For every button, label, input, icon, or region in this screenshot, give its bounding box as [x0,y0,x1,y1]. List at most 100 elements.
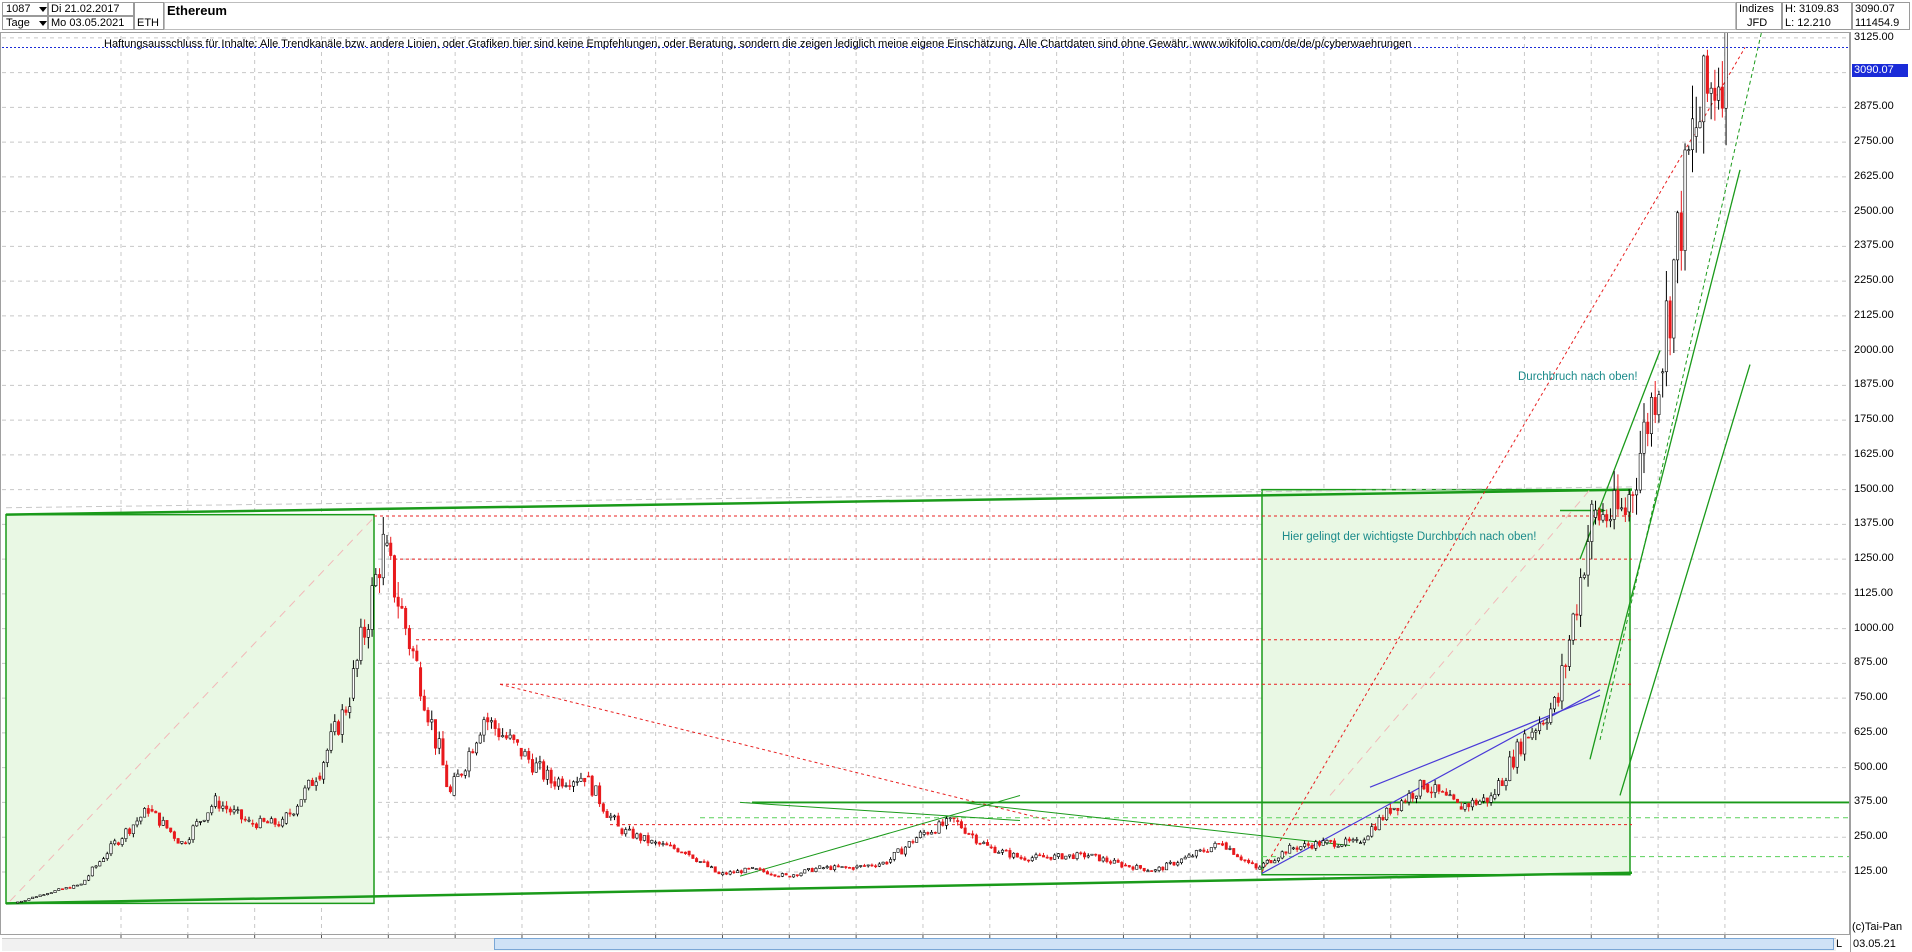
candle-body [318,775,322,780]
candle-body [176,838,180,844]
candle-body [695,858,699,862]
candle-body [530,759,534,773]
date-to-field[interactable]: Mo 03.05.2021 [48,16,134,30]
candle-body [959,821,963,829]
candle-body [676,848,680,853]
candle-body [1679,212,1683,251]
channel-green-mid [1589,169,1741,760]
candle-body [333,721,337,733]
candle-body [1351,839,1355,842]
count-value: 1087 [6,3,31,15]
symbol-box[interactable]: ETH [134,2,164,30]
candle-body [784,873,788,876]
date-from-field[interactable]: Di 21.02.2017 [48,2,134,16]
candle-body [68,887,72,889]
candle-body [161,820,165,826]
candle-body [232,809,236,813]
candle-body [98,861,102,867]
candle-body [1045,856,1049,859]
candle-body [1661,371,1665,374]
candle-body [1097,854,1101,862]
candle-body [792,874,796,878]
candle-body [1691,118,1695,150]
candle-body [866,864,870,867]
candle-body [150,809,154,812]
candle-body [1329,840,1333,842]
candle-body [1206,851,1210,853]
candle-body [1247,859,1251,863]
candle-body [165,820,169,829]
candle-body [601,803,605,812]
candle-body [568,785,572,787]
candle-body [404,607,408,629]
candle-body [620,828,624,835]
candle-body [172,831,176,839]
count-dropdown[interactable]: 1087 [2,2,48,16]
category: Indizes [1739,3,1774,15]
candle-body [1642,421,1646,454]
candle-body [1366,835,1370,841]
scale-mode-toggle[interactable]: L [1836,938,1842,951]
candle-body [1224,842,1228,850]
candle-body [657,841,661,845]
candle-body [1474,799,1478,805]
range-box-2020 [1261,488,1631,876]
y-tick-label: 375.00 [1854,795,1888,808]
candle-body [102,858,106,862]
candle-body [1153,869,1157,872]
candle-body [527,751,531,760]
period-dropdown[interactable]: Tage [2,16,48,30]
candle-body [1314,841,1318,849]
candle-body [896,848,900,853]
candle-body [609,815,613,818]
candle-body [758,868,762,870]
candle-body [646,835,650,844]
candle-body [1161,866,1165,871]
candle-body [821,867,825,870]
candle-body [392,555,396,598]
candle-body [1400,800,1404,811]
y-tick-label: 1625.00 [1854,447,1894,460]
candle-body [426,709,430,723]
candle-body [1590,503,1594,542]
candle-body [788,875,792,878]
candle-body [553,781,557,787]
candle-body [1015,852,1019,858]
candle-body [1649,397,1653,434]
candle-body [1467,803,1471,808]
candle-body [1306,843,1310,846]
candle-body [131,824,135,834]
candle-body [698,861,702,863]
candle-body [956,820,960,822]
candle-body [299,799,303,807]
candle-body [213,795,217,807]
candle-body [922,832,926,835]
candle-body [691,854,695,859]
candle-body [1657,394,1661,415]
candle-body [1385,807,1389,820]
candle-body [295,805,299,815]
candle-body [1407,793,1411,803]
candle-body [993,846,997,854]
candle-body [1198,849,1202,852]
scrollbar-thumb[interactable] [494,938,1834,950]
candle-body [1370,826,1374,837]
candle-body [422,695,426,711]
candle-body [780,873,784,877]
candle-body [19,900,23,903]
candle-body [1023,857,1027,861]
category-box[interactable]: Indizes JFD [1736,2,1782,30]
candle-body [1344,838,1348,846]
candle-body [415,650,419,661]
candle-body [918,831,922,838]
candle-body [1444,791,1448,796]
candle-body [1250,862,1254,865]
candle-body [1359,842,1363,844]
candle-body [948,817,952,820]
candle-body [848,867,852,869]
candle-body [16,901,20,904]
candle-body [1101,857,1105,862]
candle-body [1299,846,1303,850]
candle-body [1217,843,1221,845]
candle-body [1135,865,1139,870]
